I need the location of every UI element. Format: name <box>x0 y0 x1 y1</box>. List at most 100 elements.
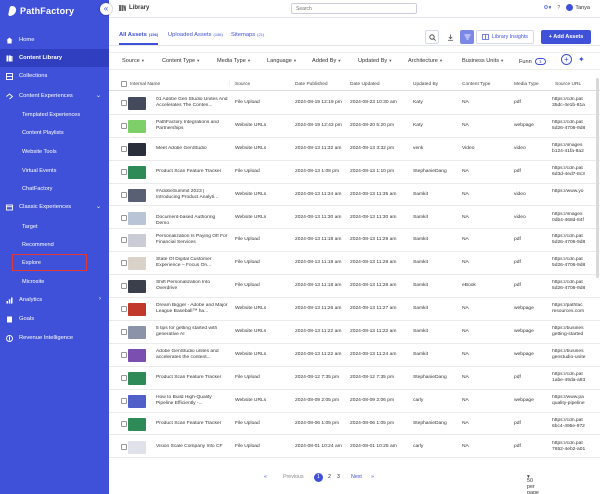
cell-source-url[interactable]: https://cdn.pat 5d26-4706-9d8 <box>552 280 592 292</box>
filter-source[interactable]: Source ▾ <box>122 58 144 64</box>
cell-source-url[interactable]: https://pathfac resources.com <box>552 303 592 315</box>
chevron-right-icon[interactable]: › <box>99 296 101 302</box>
row-checkbox[interactable] <box>121 145 127 152</box>
column-header-date-updated[interactable]: Date Updated <box>350 82 380 87</box>
table-row[interactable]: PathFactory Integrations and Partnership… <box>109 115 600 138</box>
page-3-button[interactable]: 3 <box>334 473 343 482</box>
cell-source-url[interactable]: https://cdn.pat 5d26-4706-9d8 <box>552 120 592 132</box>
asset-name[interactable]: Shift Personalization Into Overdrive <box>156 280 228 292</box>
asset-name[interactable]: State Of Digital Customer Experience – F… <box>156 257 228 269</box>
row-checkbox[interactable] <box>121 122 127 129</box>
user-menu[interactable]: Tanya <box>566 4 590 11</box>
asset-name[interactable]: Vision Scale Company Info CF <box>156 444 228 450</box>
tab-uploaded-assets[interactable]: Uploaded Assets (156) <box>168 32 223 38</box>
row-checkbox[interactable] <box>121 397 127 404</box>
chevron-down-icon[interactable]: ⌄ <box>96 92 101 99</box>
sidebar-item-target[interactable]: Target <box>0 218 109 236</box>
column-header-internal-name[interactable]: Internal Name <box>130 82 160 87</box>
row-checkbox[interactable] <box>121 237 127 244</box>
cell-source-url[interactable]: https://cdn.pat 5d26-4706-9d8 <box>552 257 592 269</box>
table-row[interactable]: Vision Scale Company Info CF File Upload 2… <box>109 436 600 459</box>
sidebar-item-templated-experiences[interactable]: Templated Experiences <box>0 106 109 124</box>
table-row[interactable] <box>109 458 600 462</box>
asset-name[interactable]: 01 Adobe Gen Studio Unites And Accelerat… <box>156 97 228 109</box>
chevron-down-icon[interactable]: ⌄ <box>96 203 101 210</box>
table-row[interactable]: Product Scan Feature Tracker File Upload 2… <box>109 367 600 390</box>
cell-source-url[interactable]: https://cdn.pat 35dc-4e1b-81a <box>552 97 592 109</box>
cell-source-url[interactable]: https://busines genstudio-unite <box>552 349 592 361</box>
sidebar-item-content-experiences[interactable]: Content Experiences ⌄ <box>0 87 109 105</box>
per-page-select[interactable]: 50 per page ▾ <box>527 474 539 494</box>
table-row[interactable]: Product Scan Feature Tracker File Upload 2… <box>109 161 600 184</box>
add-filter-button[interactable]: + <box>561 54 572 65</box>
sidebar-item-recommend[interactable]: Recommend <box>0 236 109 254</box>
sidebar-item-website-tools[interactable]: Website Tools <box>0 143 109 161</box>
asset-name[interactable]: Dream Bigger - Adobe and Major League Ba… <box>156 303 228 315</box>
filter-language[interactable]: Language ▾ <box>267 58 296 64</box>
table-scrollbar[interactable] <box>596 78 599 278</box>
asset-name[interactable]: Adobe GenStudio unites and accelerates t… <box>156 349 228 361</box>
sidebar-item-chatfactory[interactable]: ChatFactory <box>0 180 109 198</box>
tab-sitemaps[interactable]: Sitemaps (21) <box>231 32 264 38</box>
collapse-sidebar-icon[interactable]: « <box>100 3 112 15</box>
asset-name[interactable]: PathFactory Integrations and Partnership… <box>156 120 228 132</box>
filter-business-units[interactable]: Business Units ▾ <box>462 58 503 64</box>
asset-name[interactable]: Personalization Is Paying Off For Financ… <box>156 234 228 246</box>
column-header-content-type[interactable]: Content Type <box>462 82 490 87</box>
asset-name[interactable]: #AdobeSummit 2023 | Introducing Product … <box>156 189 228 201</box>
sidebar-item-explore[interactable]: Explore <box>0 254 109 272</box>
sidebar-item-home[interactable]: Home <box>0 31 109 49</box>
sidebar-item-content-library[interactable]: Content Library <box>0 49 109 67</box>
sidebar-item-collections[interactable]: Collections <box>0 67 109 85</box>
asset-name[interactable]: How to Build High-Quality Pipeline Effic… <box>156 395 228 407</box>
cell-source-url[interactable]: https://images 0db4-468d-84f <box>552 212 592 224</box>
table-row[interactable]: Document-based Authoring Demo Website URL… <box>109 207 600 230</box>
row-checkbox[interactable] <box>121 191 127 198</box>
sidebar-item-virtual-events[interactable]: Virtual Events <box>0 162 109 180</box>
column-header-source[interactable]: Source <box>235 82 250 87</box>
row-checkbox[interactable] <box>121 283 127 290</box>
page-2-button[interactable]: 2 <box>325 473 334 482</box>
cell-source-url[interactable]: https://images b124-41fa-8a2 <box>552 143 592 155</box>
row-checkbox[interactable] <box>121 351 127 358</box>
table-row[interactable]: 01 Adobe Gen Studio Unites And Accelerat… <box>109 92 600 115</box>
filter-content-type[interactable]: Content Type ▾ <box>162 58 199 64</box>
filter-button[interactable] <box>460 30 474 44</box>
table-row[interactable]: How to Build High-Quality Pipeline Effic… <box>109 390 600 413</box>
asset-name[interactable]: 5 tips for getting started with generati… <box>156 326 228 338</box>
search-button[interactable] <box>425 30 439 44</box>
last-page-icon[interactable]: » <box>371 474 374 480</box>
table-row[interactable]: Shift Personalization Into Overdrive File… <box>109 275 600 299</box>
sidebar-item-microsite[interactable]: Microsite <box>0 273 109 291</box>
row-checkbox[interactable] <box>121 168 127 175</box>
row-checkbox[interactable] <box>121 260 127 267</box>
asset-name[interactable]: Product Scan Feature Tracker <box>156 375 228 381</box>
settings-icon[interactable]: ⚙▾ <box>544 5 552 11</box>
tab-all-assets[interactable]: All Assets (156) <box>119 32 159 45</box>
first-page-icon[interactable]: « <box>264 474 267 480</box>
filter-media-type[interactable]: Media Type ▾ <box>217 58 250 64</box>
table-row[interactable]: Product Scan Feature Tracker File Upload 2… <box>109 413 600 436</box>
cell-source-url[interactable]: https://cdn.pat 5d26-4706-9d8 <box>552 234 592 246</box>
cell-source-url[interactable]: https://cdn.pat 7652-4eb2-a01 <box>552 441 592 453</box>
table-row[interactable]: 5 tips for getting started with generati… <box>109 321 600 344</box>
table-row[interactable]: State Of Digital Customer Experience – F… <box>109 252 600 276</box>
row-checkbox[interactable] <box>121 306 127 313</box>
sidebar-item-content-playlists[interactable]: Content Playlists <box>0 124 109 142</box>
sidebar-item-analytics[interactable]: Analytics › <box>0 291 109 309</box>
previous-button[interactable]: Previous <box>283 474 304 480</box>
cell-source-url[interactable]: https://www.pa quality-pipeline <box>552 395 592 407</box>
cell-source-url[interactable]: https://busines getting-started <box>552 326 592 338</box>
asset-name[interactable]: Product Scan Feature Tracker <box>156 169 228 175</box>
row-checkbox[interactable] <box>121 100 127 106</box>
asset-name[interactable]: Product Scan Feature Tracker <box>156 421 228 427</box>
download-button[interactable] <box>443 30 457 44</box>
search-input[interactable] <box>291 3 417 14</box>
column-header-source-url[interactable]: Source URL <box>555 82 581 87</box>
pathfactory-logo[interactable]: PathFactory <box>8 5 74 17</box>
column-header-date-published[interactable]: Date Published <box>295 82 328 87</box>
asset-name[interactable]: Meet Adobe GenStudio <box>156 146 228 152</box>
page-1-button[interactable]: 1 <box>314 473 323 482</box>
cell-source-url[interactable]: https://cdn.pat 6bc4-495e-972 <box>552 418 592 430</box>
row-checkbox[interactable] <box>121 420 127 427</box>
